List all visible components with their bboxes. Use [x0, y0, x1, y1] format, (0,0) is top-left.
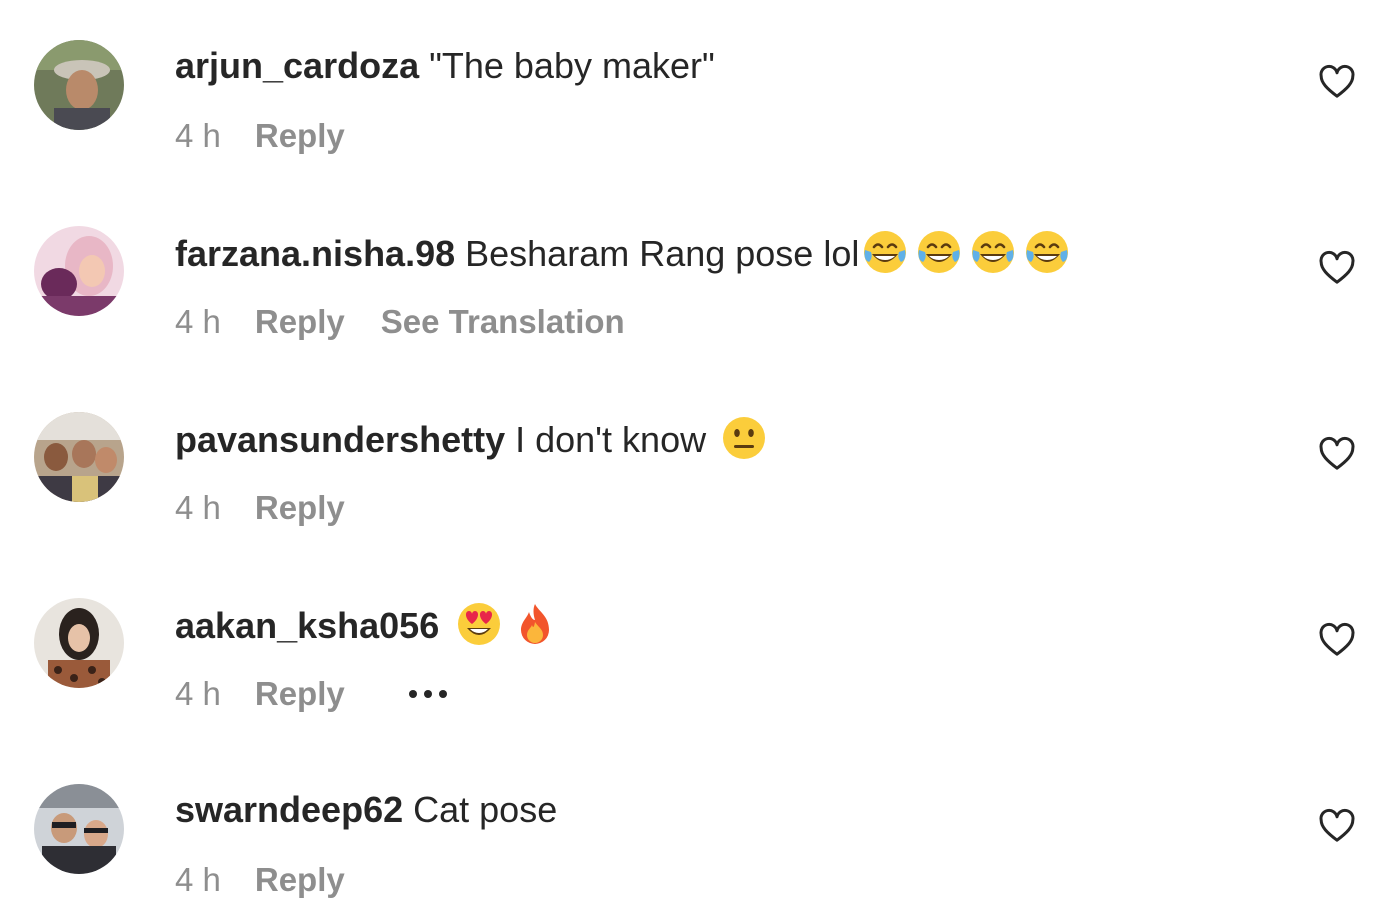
comment-item: aakan_ksha056 4 h Reply — [0, 558, 1391, 712]
comment-meta: 4 h Reply — [175, 486, 381, 530]
comments-list: arjun_cardoza "The baby maker" 4 h Reply… — [0, 0, 1391, 917]
username-link[interactable]: pavansundershetty — [175, 419, 505, 460]
heart-outline-icon[interactable] — [1316, 806, 1358, 846]
timestamp: 4 h — [175, 675, 221, 712]
comment-body: "The baby maker" — [419, 45, 715, 86]
comment-text: arjun_cardoza "The baby maker" — [175, 42, 715, 90]
ellipsis-icon[interactable] — [408, 690, 447, 698]
avatar[interactable] — [34, 226, 124, 316]
comment-text: swarndeep62 Cat pose — [175, 786, 557, 834]
comment-item: swarndeep62 Cat pose 4 h Reply — [0, 744, 1391, 898]
avatar[interactable] — [34, 598, 124, 688]
comment-meta: 4 h Reply — [175, 858, 381, 902]
timestamp: 4 h — [175, 861, 221, 898]
reply-button[interactable]: Reply — [255, 300, 345, 344]
username-link[interactable]: swarndeep62 — [175, 789, 403, 830]
avatar[interactable] — [34, 412, 124, 502]
timestamp: 4 h — [175, 489, 221, 526]
comment-meta: 4 h Reply — [175, 114, 381, 158]
reply-button[interactable]: Reply — [255, 486, 345, 530]
comment-body: Cat pose — [403, 789, 558, 830]
username-link[interactable]: aakan_ksha056 — [175, 605, 439, 646]
avatar[interactable] — [34, 40, 124, 130]
see-translation-button[interactable]: See Translation — [381, 300, 625, 344]
username-link[interactable]: farzana.nisha.98 — [175, 233, 455, 274]
avatar[interactable] — [34, 784, 124, 874]
comment-body: Besharam Rang pose lol — [455, 233, 860, 274]
comment-item: farzana.nisha.98 Besharam Rang pose lol — [0, 186, 1391, 340]
comment-meta: 4 h Reply — [175, 672, 447, 716]
heart-outline-icon[interactable] — [1316, 434, 1358, 474]
comment-text: aakan_ksha056 — [175, 600, 559, 650]
fire-emoji-icon — [521, 604, 550, 644]
tears-of-joy-emoji-icon — [972, 231, 1015, 273]
comment-item: pavansundershetty I don't know 4 h Reply — [0, 372, 1391, 526]
comment-body — [439, 605, 449, 646]
timestamp: 4 h — [175, 117, 221, 154]
comment-meta: 4 h Reply See Translation — [175, 300, 661, 344]
comment-item: arjun_cardoza "The baby maker" 4 h Reply — [0, 0, 1391, 154]
username-link[interactable]: arjun_cardoza — [175, 45, 419, 86]
tears-of-joy-emoji-icon — [1026, 231, 1069, 273]
timestamp: 4 h — [175, 303, 221, 340]
neutral-face-emoji-icon — [723, 417, 766, 459]
heart-outline-icon[interactable] — [1316, 62, 1358, 102]
reply-button[interactable]: Reply — [255, 858, 345, 902]
heart-outline-icon[interactable] — [1316, 620, 1358, 660]
heart-eyes-emoji-icon — [458, 603, 501, 645]
comment-text: pavansundershetty I don't know — [175, 414, 768, 464]
tears-of-joy-emoji-icon — [864, 231, 907, 273]
reply-button[interactable]: Reply — [255, 114, 345, 158]
reply-button[interactable]: Reply — [255, 672, 345, 716]
comment-body: I don't know — [505, 419, 717, 460]
heart-outline-icon[interactable] — [1316, 248, 1358, 288]
comment-text: farzana.nisha.98 Besharam Rang pose lol — [175, 228, 1071, 278]
tears-of-joy-emoji-icon — [918, 231, 961, 273]
